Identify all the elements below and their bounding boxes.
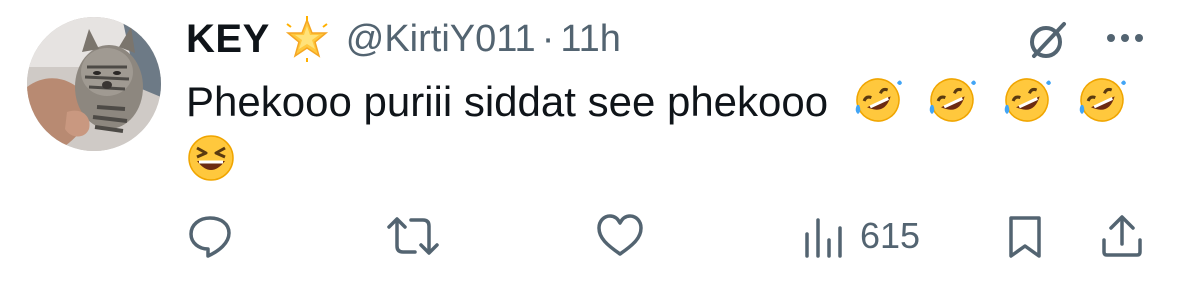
user-handle[interactable]: @KirtiY011 [346, 18, 536, 61]
share-icon [1102, 215, 1142, 257]
action-bar: 615 [0, 208, 1179, 264]
avatar[interactable] [27, 17, 161, 151]
views-count: 615 [860, 215, 921, 256]
reply-button[interactable] [186, 208, 234, 264]
reply-icon [189, 216, 231, 258]
retweet-button[interactable] [385, 208, 441, 264]
timestamp[interactable]: 11h [560, 18, 621, 61]
separator-dot: · [541, 17, 555, 60]
share-button[interactable] [1098, 208, 1146, 264]
tweet-header: KEY @KirtiY011 · 11h [186, 14, 621, 64]
grinning-squinting-face-icon [186, 133, 236, 183]
grok-icon[interactable] [1026, 18, 1070, 62]
tweet-text-content: Phekooo puriii siddat see phekooo [186, 78, 829, 125]
rolling-on-floor-laughing-icon [853, 75, 903, 125]
views-icon [805, 218, 842, 258]
heart-icon [597, 214, 643, 256]
display-name[interactable]: KEY [186, 17, 270, 62]
more-options-button[interactable] [1103, 22, 1147, 54]
bookmark-icon [1009, 216, 1041, 258]
tweet[interactable]: KEY @KirtiY011 · 11h Phekooo puriii sidd… [0, 0, 1179, 287]
retweet-icon [387, 217, 439, 255]
glowing-star-icon [284, 16, 330, 62]
bookmark-button[interactable] [1003, 208, 1047, 264]
like-button[interactable] [595, 208, 645, 264]
tweet-text: Phekooo puriii siddat see phekooo [186, 75, 1146, 187]
rolling-on-floor-laughing-icon [927, 75, 977, 125]
rolling-on-floor-laughing-icon [1077, 75, 1127, 125]
rolling-on-floor-laughing-icon [1002, 75, 1052, 125]
views-button[interactable]: 615 [802, 208, 920, 264]
